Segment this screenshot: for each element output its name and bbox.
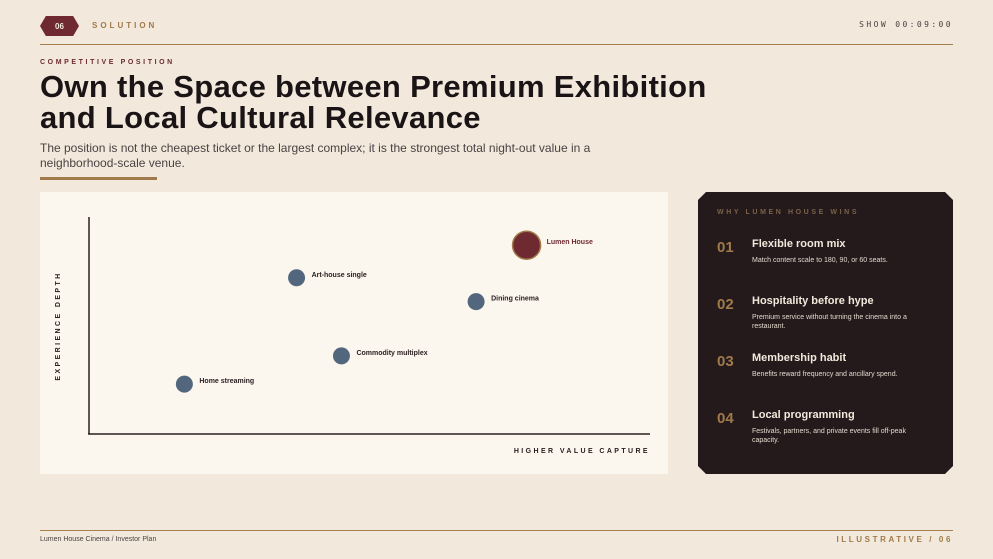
page-subtitle: The position is not the cheapest ticket … xyxy=(40,141,591,170)
y-axis-label: EXPERIENCE DEPTH xyxy=(55,271,62,380)
point-label: Dining cinema xyxy=(491,296,539,303)
footer-bar: Lumen House Cinema / Investor Plan ILLUS… xyxy=(40,530,953,544)
why-wins-panel: WHY LUMEN HOUSE WINS 01 Flexible room mi… xyxy=(698,192,953,474)
x-axis-label: HIGHER VALUE CAPTURE xyxy=(514,448,650,455)
slide-number-badge: 06 xyxy=(40,16,79,36)
reason-description: Premium service without turning the cine… xyxy=(752,314,907,330)
panel-title: WHY LUMEN HOUSE WINS xyxy=(717,209,860,216)
point-label: Art-house single xyxy=(312,272,367,279)
data-point xyxy=(332,347,350,365)
reason-description: Match content scale to 180, 90, or 60 se… xyxy=(752,257,888,264)
data-point xyxy=(467,293,485,311)
reason-heading: Hospitality before hype xyxy=(752,295,874,307)
data-point xyxy=(288,269,306,287)
reason-description: Festivals, partners, and private events … xyxy=(752,428,906,444)
header-bar: 06 SOLUTION SHOW 00:09:00 xyxy=(40,15,953,45)
accent-divider xyxy=(40,177,157,180)
chart-svg: EXPERIENCE DEPTH HIGHER VALUE CAPTURE Ho… xyxy=(55,217,650,455)
reason-heading: Local programming xyxy=(752,409,855,421)
page-title: Own the Space between Premium Exhibition… xyxy=(40,69,707,135)
section-label: SOLUTION xyxy=(92,21,158,30)
point-label: Home streaming xyxy=(199,378,254,385)
reason-number: 01 xyxy=(717,239,734,256)
positioning-chart: EXPERIENCE DEPTH HIGHER VALUE CAPTURE Ho… xyxy=(40,192,668,474)
reason-number: 03 xyxy=(717,353,734,370)
data-point xyxy=(175,375,193,393)
point-label: Lumen House xyxy=(547,239,593,246)
kicker: COMPETITIVE POSITION xyxy=(40,59,175,66)
data-points: Home streaming Commodity multiplex Art-hou… xyxy=(175,230,593,393)
point-label: Commodity multiplex xyxy=(356,350,427,357)
reason-heading: Flexible room mix xyxy=(752,238,846,250)
reason-number: 02 xyxy=(717,296,734,313)
reason-heading: Membership habit xyxy=(752,352,847,364)
reason-number: 04 xyxy=(717,410,734,427)
show-timer: SHOW 00:09:00 xyxy=(859,20,953,29)
footer-caption: Lumen House Cinema / Investor Plan xyxy=(40,536,157,543)
footer-page-label: ILLUSTRATIVE / 06 xyxy=(836,535,953,544)
reason-description: Benefits reward frequency and ancillary … xyxy=(752,371,898,378)
highlight-point xyxy=(511,230,542,260)
